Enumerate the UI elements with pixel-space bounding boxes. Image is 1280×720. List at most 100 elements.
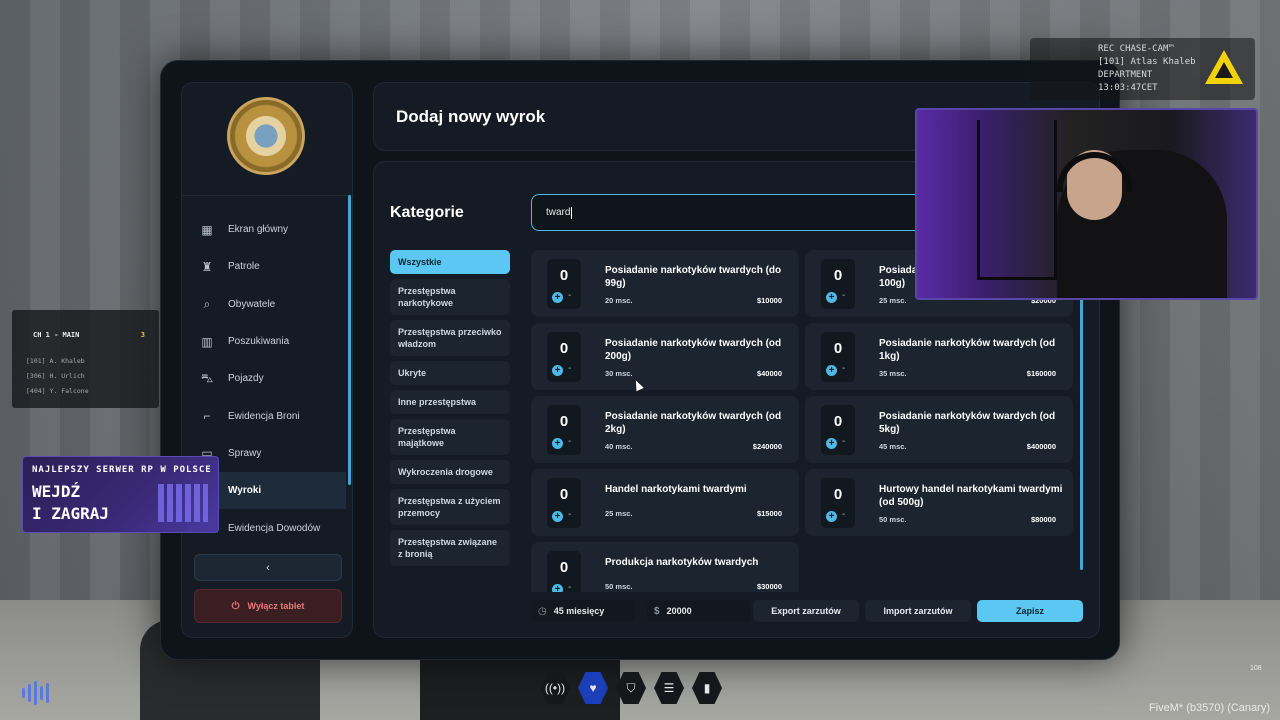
plus-icon[interactable]: + (826, 292, 837, 303)
search-input[interactable]: tward (531, 194, 931, 231)
charge-card[interactable]: 0 + - Produkcja narkotyków twardych 50 msc… (531, 542, 799, 592)
charge-card[interactable]: 0 +- Posiadanie narkotyków twardych (od 1… (805, 323, 1073, 390)
quantity-stepper: 0 + - (821, 478, 855, 528)
quantity-stepper: 0 + - (547, 332, 581, 382)
quantity-stepper: 0 + - (547, 551, 581, 592)
save-button[interactable]: Zapisz (977, 600, 1083, 622)
sidebar-item-home[interactable]: ▦ Ekran główny (182, 211, 346, 248)
charge-months: 20 msc. (605, 296, 633, 305)
charge-name: Posiadanie narkotyków twardych (od 200g) (605, 338, 782, 362)
minus-icon[interactable]: - (842, 363, 845, 374)
chase-cam-hud: REC CHASE-CAM™ [101] Atlas Khaleb DEPART… (1030, 38, 1255, 100)
power-icon: ⏻ (231, 600, 240, 612)
months-total-box: ◷ 45 miesięcy (531, 600, 635, 622)
radio-channel: CH 1 - MAIN (33, 331, 80, 339)
server-promo-banner: NAJLEPSZY SERWER RP W POLSCE WEJDŹ I ZAGR… (22, 456, 219, 533)
charge-card[interactable]: 0 + - Posiadanie narkotyków twardych (do 9… (531, 250, 799, 317)
plus-icon[interactable]: + (552, 365, 563, 376)
minus-icon[interactable]: - (568, 363, 571, 374)
export-charges-button[interactable]: Export zarzutów (753, 600, 859, 622)
water-icon: ▮ (692, 672, 722, 704)
charge-card[interactable]: 0 + - Hurtowy handel narkotykami twardymi … (805, 469, 1073, 536)
sidebar-item-patrols[interactable]: ♜ Patrole (182, 248, 346, 285)
charges-scrollbar[interactable] (1080, 298, 1083, 570)
search-icon: ⌕ (203, 296, 211, 311)
sidebar-item-vehicles[interactable]: ⛍ Pojazdy (182, 360, 346, 397)
charges-grid: 0 + - Posiadanie narkotyków twardych (do 9… (531, 250, 1081, 592)
minus-icon[interactable]: - (842, 509, 845, 520)
radio-member: [101] A. Khaleb (26, 357, 85, 365)
plus-icon[interactable]: + (552, 584, 563, 592)
charge-name: Produkcja narkotyków twardych (605, 557, 759, 568)
category-item[interactable]: Przestępstwa z użyciem przemocy (390, 489, 510, 525)
quantity-stepper: 0 + - (821, 332, 855, 382)
charge-name: Hurtowy handel narkotykami twardymi (od … (879, 484, 1063, 508)
quantity-stepper: 0 + - (547, 405, 581, 455)
radio-panel: CH 1 - MAIN 3 [101] A. Khaleb [306] H. U… (12, 310, 159, 408)
sidebar-item-weapons[interactable]: ⌐ Ewidencja Broni (182, 397, 346, 434)
sidebar-item-wanted[interactable]: ▥ Poszukiwania (182, 323, 346, 360)
page-title: Dodaj nowy wyrok (396, 107, 546, 126)
minus-icon[interactable]: - (568, 509, 571, 520)
power-off-button[interactable]: ⏻ Wyłącz tablet (194, 589, 342, 623)
radio-signal-icon: ((•)) (540, 672, 570, 704)
collapse-button[interactable]: ‹ (194, 554, 342, 581)
quantity-value: 0 (559, 267, 569, 284)
minus-icon[interactable]: - (842, 290, 845, 301)
charge-months: 50 msc. (879, 515, 907, 524)
quantity-value: 0 (559, 413, 569, 430)
chevron-left-icon: ‹ (266, 561, 270, 574)
category-item[interactable]: Przestępstwa narkotykowe (390, 279, 510, 315)
minus-icon[interactable]: - (842, 436, 845, 447)
sidebar-item-citizens[interactable]: ⌕ Obywatele (182, 286, 346, 323)
charge-name: Posiadanie narkotyków twardych (od 5kg) (879, 411, 1056, 435)
charge-months: 50 msc. (605, 582, 633, 591)
quantity-value: 0 (833, 340, 843, 357)
charge-card[interactable]: 0 + - Handel narkotykami twardymi 25 msc. … (531, 469, 799, 536)
category-item[interactable]: Ukryte (390, 361, 510, 385)
category-item[interactable]: Przestępstwa związane z bronią (390, 530, 510, 566)
quantity-value: 0 (833, 486, 843, 503)
charge-card[interactable]: 0 + - Posiadanie narkotyków twardych (od 5… (805, 396, 1073, 463)
charge-months: 25 msc. (605, 509, 633, 518)
category-item[interactable]: Inne przestępstwa (390, 390, 510, 414)
state-seal-logo (227, 97, 305, 175)
category-item[interactable]: Przestępstwa przeciwko władzom (390, 320, 510, 356)
armor-icon: ⛉ (616, 672, 646, 704)
plus-icon[interactable]: + (552, 511, 563, 522)
plus-icon[interactable]: + (552, 438, 563, 449)
charge-months: 45 msc. (879, 442, 907, 451)
import-charges-button[interactable]: Import zarzutów (865, 600, 971, 622)
plus-icon[interactable]: + (552, 292, 563, 303)
axon-logo-icon (1205, 50, 1243, 84)
charge-months: 30 msc. (605, 369, 633, 378)
charge-card[interactable]: 0 + - Posiadanie narkotyków twardych (od 2… (531, 323, 799, 390)
health-icon: ♥ (578, 672, 608, 704)
plus-icon[interactable]: + (826, 365, 837, 376)
charge-card[interactable]: 0 + - Posiadanie narkotyków twardych (od 2… (531, 396, 799, 463)
minus-icon[interactable]: - (568, 290, 571, 301)
quantity-value: 0 (833, 413, 843, 430)
sidebar-scrollbar[interactable] (348, 195, 351, 485)
charge-name: Handel narkotykami twardymi (605, 484, 747, 495)
footer-bar: ◷ 45 miesięcy $20000 Export zarzutów Impo… (531, 600, 1091, 624)
charge-name: Posiadanie narkotyków twardych (od 2kg) (605, 411, 782, 435)
grid-icon: ▦ (201, 222, 213, 237)
charge-name: Posiadanie narkotyków twardych (do 99g) (605, 265, 782, 289)
charge-price: $40000 (756, 369, 782, 378)
minus-icon[interactable]: - (568, 436, 571, 447)
category-item[interactable]: Wszystkie (390, 250, 510, 274)
plus-icon[interactable]: + (826, 511, 837, 522)
fine-total-box: $20000 (647, 600, 751, 622)
quantity-stepper: 0 + - (547, 259, 581, 309)
quantity-stepper: 0 + - (821, 259, 855, 309)
category-item[interactable]: Wykroczenia drogowe (390, 460, 510, 484)
charge-price: $15000 (756, 509, 782, 518)
charge-price: $160000 (1026, 369, 1056, 378)
category-item[interactable]: Przestępstwa majątkowe (390, 419, 510, 455)
plus-icon[interactable]: + (826, 438, 837, 449)
minus-icon[interactable]: - (568, 582, 571, 592)
quantity-value: 0 (559, 559, 569, 576)
charge-price: $400000 (1026, 442, 1056, 451)
gun-icon: ⌐ (203, 409, 211, 424)
